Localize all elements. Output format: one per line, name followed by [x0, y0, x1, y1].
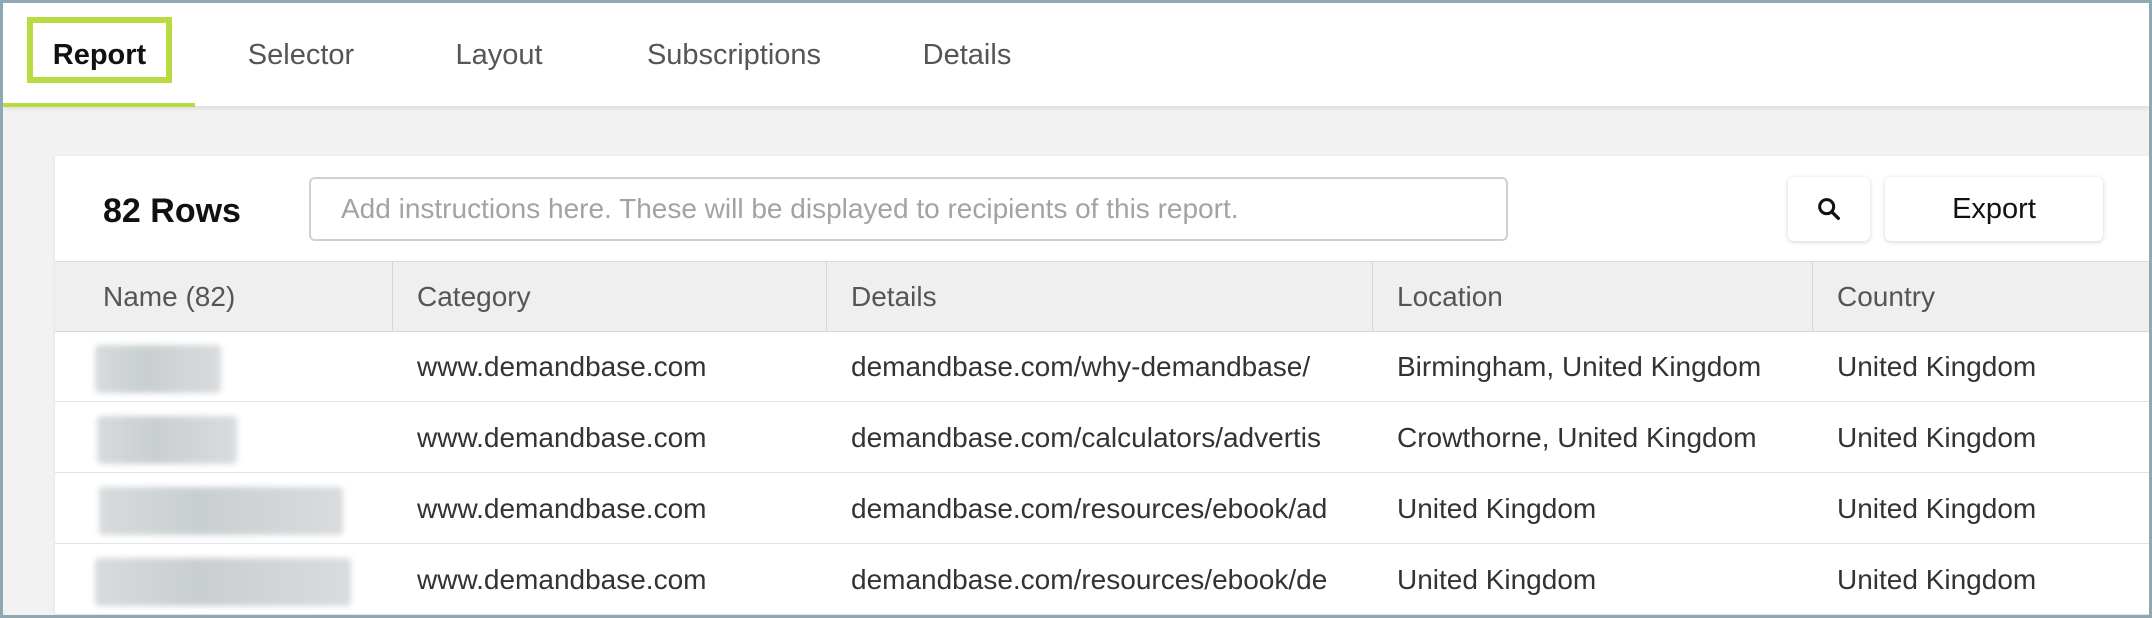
column-header-location[interactable]: Location [1373, 262, 1813, 332]
cell-country: United Kingdom [1837, 493, 2037, 524]
cell-location: Crowthorne, United Kingdom [1397, 422, 1757, 453]
cell-details: demandbase.com/resources/ebook/ad [851, 493, 1328, 524]
cell-category: www.demandbase.com [417, 351, 707, 382]
search-button[interactable] [1788, 177, 1870, 241]
column-header-name-label: Name (82) [103, 281, 236, 312]
cell-category: www.demandbase.com [417, 493, 707, 524]
table-row[interactable]: www.demandbase.com demandbase.com/resour… [55, 545, 2149, 615]
redacted-name [99, 487, 343, 535]
instructions-input[interactable] [309, 177, 1508, 241]
cell-location: United Kingdom [1397, 493, 1597, 524]
column-header-location-label: Location [1397, 281, 1503, 312]
tab-subscriptions[interactable]: Subscriptions [625, 3, 843, 107]
column-header-country-label: Country [1837, 281, 1936, 312]
report-card: 82 Rows Export Name (82) Category Detail… [55, 156, 2149, 615]
table-row[interactable]: www.demandbase.com demandbase.com/calcul… [55, 403, 2149, 473]
search-icon [1818, 198, 1840, 220]
table-row[interactable]: www.demandbase.com demandbase.com/why-de… [55, 332, 2149, 402]
cell-details: demandbase.com/calculators/advertis [851, 422, 1322, 453]
column-header-name[interactable]: Name (82) [55, 262, 393, 332]
tab-subscriptions-label: Subscriptions [646, 38, 822, 71]
column-header-category[interactable]: Category [393, 262, 827, 332]
cell-details: demandbase.com/resources/ebook/de [851, 564, 1328, 595]
row-count: 82 Rows [103, 191, 241, 230]
tab-report-highlight [27, 17, 172, 83]
app-window: Report Selector Layout Subscriptions Det… [0, 0, 2152, 618]
table-header: Name (82) Category Details Location Coun… [55, 261, 2149, 332]
tab-layout-label: Layout [455, 38, 543, 71]
table-row[interactable]: www.demandbase.com demandbase.com/resour… [55, 474, 2149, 544]
tab-selector[interactable]: Selector [229, 3, 373, 107]
tab-bar: Report Selector Layout Subscriptions Det… [3, 3, 2149, 107]
tab-details[interactable]: Details [905, 3, 1029, 107]
redacted-name [95, 345, 221, 393]
column-header-details[interactable]: Details [827, 262, 1373, 332]
cell-country: United Kingdom [1837, 351, 2037, 382]
redacted-name [95, 558, 351, 606]
cell-country: United Kingdom [1837, 564, 2037, 595]
cell-location: United Kingdom [1397, 564, 1597, 595]
cell-country: United Kingdom [1837, 422, 2037, 453]
cell-location: Birmingham, United Kingdom [1397, 351, 1762, 382]
cell-category: www.demandbase.com [417, 422, 707, 453]
column-header-category-label: Category [417, 281, 531, 312]
column-header-country[interactable]: Country [1813, 262, 2149, 332]
tab-details-label: Details [922, 38, 1012, 71]
export-button[interactable]: Export [1885, 177, 2103, 241]
redacted-name [97, 416, 237, 464]
tab-layout[interactable]: Layout [435, 3, 563, 107]
active-tab-underline [3, 103, 195, 107]
cell-category: www.demandbase.com [417, 564, 707, 595]
column-header-details-label: Details [851, 281, 937, 312]
tab-selector-label: Selector [247, 38, 355, 71]
cell-details: demandbase.com/why-demandbase/ [851, 351, 1311, 382]
export-button-label: Export [1952, 192, 2036, 225]
